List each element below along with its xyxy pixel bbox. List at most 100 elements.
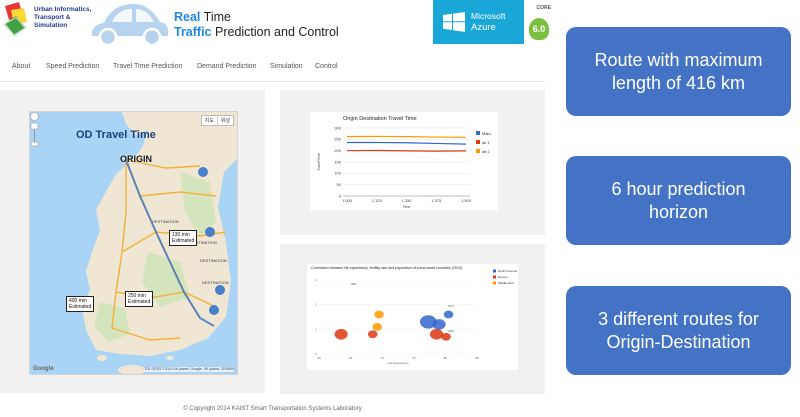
info-card-line: horizon bbox=[648, 201, 709, 222]
info-card-line: Origin-Destination bbox=[606, 331, 751, 352]
x-tick-label: 1,125 bbox=[372, 198, 383, 203]
nav-item-control[interactable]: Control bbox=[315, 63, 338, 70]
nav-item-demand-prediction[interactable]: Demand Prediction bbox=[197, 63, 257, 70]
car-logo-icon bbox=[91, 4, 169, 46]
legend-swatch bbox=[493, 275, 496, 279]
x-tick-label: 85 bbox=[475, 356, 479, 360]
legend-swatch bbox=[493, 281, 496, 285]
bubble-europe bbox=[367, 330, 378, 339]
map-type-toggle[interactable]: 지도 위성 bbox=[200, 115, 234, 126]
bubble-middle-east bbox=[372, 322, 382, 331]
series-line-main bbox=[347, 141, 467, 145]
bubble-label: GBR bbox=[351, 282, 357, 286]
legend-label: Europe bbox=[498, 275, 508, 279]
y-tick-label: 3 bbox=[315, 278, 317, 282]
y-tick-label: 50 bbox=[337, 182, 342, 187]
legend-label: alt 1 bbox=[482, 140, 490, 145]
info-card-route-length: Route with maximum length of 416 km bbox=[566, 27, 791, 116]
estimate-box: 250 min Estimated bbox=[125, 291, 154, 307]
legend-label: alt 2 bbox=[482, 149, 490, 154]
y-tick-label: 300 bbox=[334, 125, 341, 130]
bubble-europe bbox=[441, 332, 451, 341]
x-tick-label: 1,375 bbox=[431, 198, 442, 203]
nav-item-simulation[interactable]: Simulation bbox=[270, 63, 303, 70]
nav-item-travel-time-prediction[interactable]: Travel Time Prediction bbox=[113, 63, 182, 70]
x-axis-title: Life Expectancy bbox=[387, 361, 409, 365]
line-chart-canvas: 0501001502002503001,000 1,125 1,250 1,375 1,… bbox=[317, 125, 491, 209]
map-type-map[interactable]: 지도 bbox=[202, 116, 217, 125]
core-logo-text: CORE bbox=[536, 5, 551, 11]
azure-product: Azure bbox=[471, 22, 496, 33]
map-title: OD Travel Time bbox=[76, 129, 156, 141]
nav-item-speed-prediction[interactable]: Speed Prediction bbox=[46, 63, 99, 70]
bubble-europe bbox=[429, 328, 444, 340]
legend-label: Middle East bbox=[498, 281, 514, 285]
core-logo: CORE 6.0 bbox=[527, 2, 551, 44]
title-rest: Prediction and Control bbox=[211, 25, 339, 39]
y-axis-title: TravelTime bbox=[317, 153, 321, 171]
travel-time-chart: Origin Destination Travel Time 0 50 100 150… bbox=[310, 112, 498, 210]
legend-label: Main bbox=[482, 131, 491, 136]
lab-name-line: Urban Informatics, bbox=[34, 6, 92, 13]
y-tick-label: 200 bbox=[334, 148, 341, 153]
bubble-chart: Correlation between life expectancy, fer… bbox=[307, 264, 518, 370]
destination-label: DESTINATION bbox=[202, 280, 229, 285]
bubble-north-america bbox=[443, 310, 454, 319]
y-tick-label: 100 bbox=[334, 171, 341, 176]
x-axis-title: Time bbox=[403, 205, 411, 209]
lab-name-line: Transport & bbox=[34, 14, 71, 21]
y-tick-label: 2 bbox=[315, 303, 317, 307]
title-highlight: Real bbox=[174, 10, 201, 24]
x-tick-label: 75 bbox=[412, 356, 416, 360]
footer-copyright: © Copyright 2014 KAIST Smart Transportat… bbox=[183, 406, 362, 412]
legend-swatch bbox=[476, 140, 480, 144]
x-tick-label: 1,000 bbox=[342, 198, 353, 203]
estimate-box: 400 min Estimated bbox=[66, 296, 95, 312]
map-attribution: 지도 데이터 ©2014 SK planet, Google, SK plane… bbox=[144, 367, 234, 372]
estimate-box: 130 min Estimated bbox=[169, 230, 198, 246]
title-highlight: Traffic bbox=[174, 25, 212, 39]
app-title-line2: Traffic Prediction and Control bbox=[174, 25, 339, 39]
nav-item-about[interactable]: About bbox=[12, 63, 30, 70]
destination-label: DESTINATION bbox=[200, 258, 227, 263]
core-logo-badge: 6.0 bbox=[529, 18, 549, 40]
origin-label: ORIGIN bbox=[120, 154, 153, 164]
map-zoom-control-icon[interactable] bbox=[30, 112, 39, 148]
legend-swatch bbox=[476, 131, 480, 135]
line-chart-title: Origin Destination Travel Time bbox=[343, 116, 417, 122]
estimate-label: Estimated bbox=[172, 238, 195, 244]
bubble-label: RUS bbox=[449, 304, 455, 308]
windows-logo-icon bbox=[443, 12, 465, 32]
lab-name: Urban Informatics, Transport & Simulatio… bbox=[34, 6, 91, 30]
bubble-chart-canvas: 012360 65 70 75 80 85Life ExpectancyNorth Ame… bbox=[315, 269, 517, 365]
od-travel-time-map[interactable]: 지도 위성 OD Travel Time ORIGIN DESTINATION … bbox=[29, 111, 238, 375]
bubble-label: DEU bbox=[449, 329, 455, 333]
y-tick-label: 150 bbox=[334, 159, 341, 164]
lab-logo-icon bbox=[4, 2, 27, 36]
google-logo: Google bbox=[33, 366, 54, 372]
estimate-label: Estimated bbox=[128, 299, 151, 305]
bubble-north-america bbox=[432, 319, 446, 330]
x-tick-label: 1,250 bbox=[401, 198, 412, 203]
bubble-middle-east bbox=[374, 310, 384, 319]
x-tick-label: 60 bbox=[317, 356, 321, 360]
info-card-routes: 3 different routes for Origin-Destinatio… bbox=[566, 286, 791, 375]
lab-name-line: Simulation bbox=[34, 22, 68, 29]
estimate-label: Estimated bbox=[69, 304, 92, 310]
info-card-line: Route with maximum bbox=[594, 49, 763, 70]
y-tick-label: 1 bbox=[315, 327, 317, 331]
title-rest: Time bbox=[200, 10, 231, 24]
info-card-line: 6 hour prediction bbox=[611, 178, 746, 199]
bubble-chart-title: Correlation between life expectancy, fer… bbox=[311, 266, 463, 270]
legend-swatch bbox=[476, 149, 480, 153]
azure-brand: Microsoft bbox=[471, 11, 506, 21]
info-card-line: 3 different routes for bbox=[598, 308, 759, 329]
x-tick-label: 1,500 bbox=[461, 198, 472, 203]
series-line-alt-2 bbox=[346, 135, 467, 138]
info-card-line: length of 416 km bbox=[611, 72, 746, 93]
map-type-satellite[interactable]: 위성 bbox=[216, 116, 233, 125]
main-nav: About Speed Prediction Travel Time Predi… bbox=[0, 56, 545, 82]
x-tick-label: 70 bbox=[381, 356, 385, 360]
y-tick-label: 250 bbox=[334, 137, 341, 142]
series-line-alt-1 bbox=[346, 149, 467, 152]
